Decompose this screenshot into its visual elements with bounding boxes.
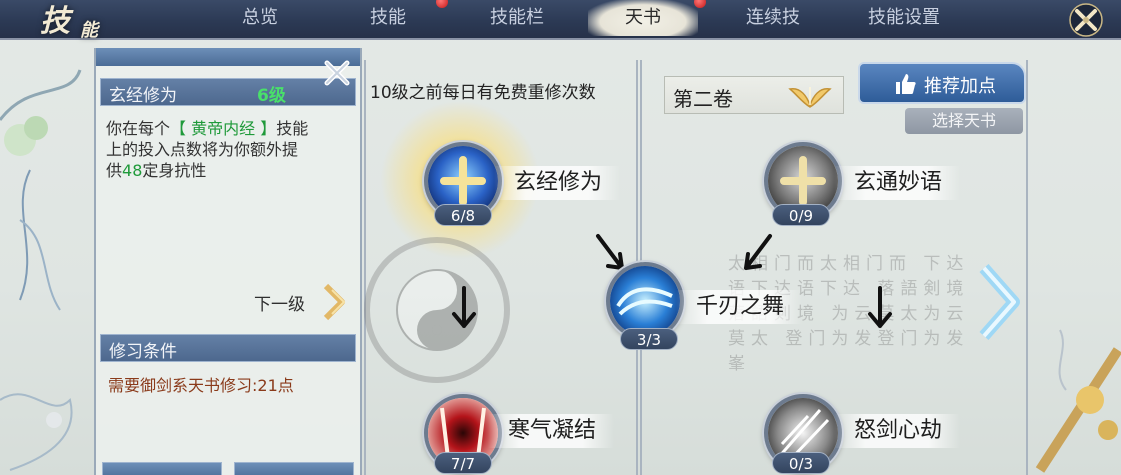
tab-skill-bar[interactable]: 技能栏: [470, 0, 564, 36]
skill-count: 3/3: [620, 328, 678, 350]
volume-label: 第二卷: [673, 87, 733, 111]
yin-yang-icon: [364, 237, 510, 383]
panel-button[interactable]: [102, 462, 222, 475]
logo-char-1: 技: [40, 4, 72, 39]
tab-skills[interactable]: 技能: [350, 0, 426, 36]
skill-count: 0/9: [772, 204, 830, 226]
recommend-label: 推荐加点: [924, 76, 996, 97]
close-icon[interactable]: [320, 56, 354, 90]
recommend-points-button[interactable]: 推荐加点: [858, 62, 1026, 104]
next-page-arrow-icon[interactable]: [974, 262, 1022, 342]
tab-tianshu[interactable]: 天书: [588, 0, 698, 36]
tab-skill-settings[interactable]: 技能设置: [848, 0, 960, 36]
lotus-dropdown-icon[interactable]: [787, 83, 833, 109]
panel-button[interactable]: [234, 462, 354, 475]
arrow-down-icon: [452, 286, 476, 328]
free-respec-note: 10级之前每日有免费重修次数: [370, 83, 596, 103]
skill-count: 7/7: [434, 452, 492, 474]
desc-text: 你在每个: [106, 119, 171, 138]
desc-value: 48: [122, 161, 143, 180]
skill-name: 玄经修为: [494, 166, 621, 200]
decorative-ornament-right: [1035, 329, 1121, 473]
condition-text: 需要御剑系天书修习:21点: [108, 376, 294, 395]
skill-name: 寒气凝结: [488, 414, 615, 448]
arrow-down-icon: [868, 286, 892, 328]
skill-name: 怒剑心劫: [834, 414, 961, 448]
blue-wave-icon: [610, 266, 680, 336]
logo-char-2: 能: [80, 20, 100, 41]
condition-header: 修习条件: [100, 334, 356, 362]
volume-selector[interactable]: 第二卷: [664, 76, 844, 114]
desc-text: 上的投入点数将为你额外提: [106, 140, 299, 159]
condition-title: 修习条件: [109, 342, 177, 362]
thumbs-up-icon: [896, 74, 916, 94]
arrow-down-left-icon: [744, 234, 772, 270]
next-level-label[interactable]: 下一级: [254, 290, 305, 315]
skill-name: 千刃之舞: [676, 290, 803, 324]
tab-overview[interactable]: 总览: [222, 0, 298, 36]
skill-info-level: 6级: [257, 86, 286, 106]
skill-count: 6/8: [434, 204, 492, 226]
chevron-right-icon[interactable]: [322, 282, 350, 322]
decorative-flowers-left: [0, 69, 82, 471]
skill-info-name: 玄经修为: [109, 86, 177, 106]
desc-text: 技能: [276, 119, 309, 138]
top-tab-bar: 技 能 总览 技能 技能栏 天书 连续技 技能设置: [0, 0, 1121, 41]
choose-book-button[interactable]: 选择天书: [905, 108, 1023, 134]
skill-info-header: 玄经修为 6级: [100, 78, 356, 106]
skill-name: 玄通妙语: [834, 166, 961, 200]
skill-info-panel: 玄经修为 6级 你在每个【 黄帝内经 】技能 上的投入点数将为你额外提 供48定…: [94, 48, 362, 475]
notification-dot: [694, 0, 706, 8]
skills-logo: 技 能: [40, 0, 120, 44]
desc-text: 供: [106, 161, 123, 180]
desc-text: 定身抗性: [142, 161, 207, 180]
notification-dot: [436, 0, 448, 8]
skill-description: 你在每个【 黄帝内经 】技能 上的投入点数将为你额外提 供48定身抗性: [106, 118, 356, 181]
close-icon[interactable]: [1068, 2, 1104, 38]
desc-highlight: 【 黄帝内经 】: [170, 119, 277, 138]
skill-count: 0/3: [772, 452, 830, 474]
tab-combo-skills[interactable]: 连续技: [726, 0, 820, 36]
